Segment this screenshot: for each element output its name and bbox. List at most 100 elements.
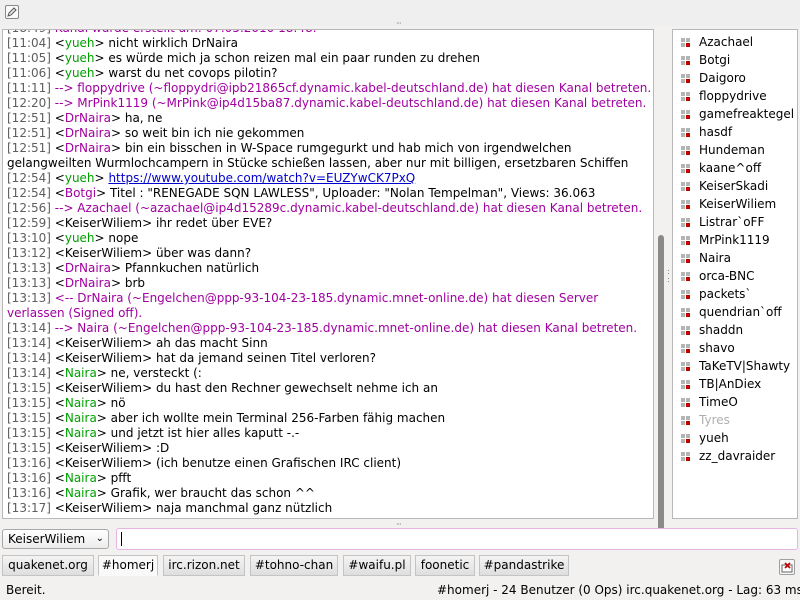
nick[interactable]: Naira — [65, 471, 97, 485]
user-list-item[interactable]: quendrian`off — [679, 303, 797, 321]
user-list-item[interactable]: hasdf — [679, 123, 797, 141]
nick-bracket: <KeiserWiliem> — [54, 456, 153, 470]
user-status-icon — [681, 362, 690, 371]
chat-message: [13:15] <KeiserWiliem> :D — [7, 441, 647, 456]
nick-bracket: < — [54, 276, 65, 290]
chat-message: [12:54] <Botgi> Titel : "RENEGADE SQN LA… — [7, 186, 647, 201]
user-list-item[interactable]: yueh — [679, 429, 797, 447]
tab-foonetic[interactable]: foonetic — [415, 555, 475, 576]
user-list-item[interactable]: floppydrive — [679, 87, 797, 105]
nick[interactable]: DrNaira — [65, 111, 111, 125]
user-list-item[interactable]: TB|AnDiex — [679, 375, 797, 393]
user-name: Naira — [699, 251, 731, 265]
close-tab-button[interactable] — [779, 559, 795, 575]
user-list-item[interactable]: TimeO — [679, 393, 797, 411]
chat-message: [12:51] <DrNaira> bin ein bisschen in W-… — [7, 141, 647, 171]
chat-message: [13:15] <Naira> aber ich wollte mein Ter… — [7, 411, 647, 426]
user-list-item[interactable]: Tyres — [679, 411, 797, 429]
nick-bracket: < — [54, 126, 65, 140]
message-text: nope — [104, 231, 139, 245]
nick-bracket: > — [94, 36, 105, 50]
nick[interactable]: yueh — [65, 231, 95, 245]
chat-message: [12:51] <DrNaira> so weit bin ich nie ge… — [7, 126, 647, 141]
nick[interactable]: yueh — [65, 51, 95, 65]
user-list-item[interactable]: gamefreaktegel — [679, 105, 797, 123]
timestamp: [13:14] — [7, 351, 51, 365]
user-name: TaKeTV|Shawty — [699, 359, 791, 373]
nick[interactable]: Naira — [65, 426, 97, 440]
user-list-item[interactable]: Daigoro — [679, 69, 797, 87]
nick[interactable]: DrNaira — [65, 276, 111, 290]
user-list-item[interactable]: orca-BNC — [679, 267, 797, 285]
user-list-item[interactable]: TaKeTV|Shawty — [679, 357, 797, 375]
message-text: ihr redet über EVE? — [152, 216, 273, 230]
message-text: Titel : "RENEGADE SQN LAWLESS", Uploader… — [106, 186, 596, 200]
timestamp: [13:14] — [7, 321, 51, 335]
user-list-item[interactable]: Naira — [679, 249, 797, 267]
event-text: --> MrPink1119 (~MrPink@ip4d15ba87.dynam… — [54, 96, 647, 110]
nick[interactable]: DrNaira — [65, 126, 111, 140]
user-list-item[interactable]: shaddn — [679, 321, 797, 339]
chat-scrollbar[interactable] — [656, 29, 666, 545]
user-status-icon — [681, 308, 690, 317]
message-text: brb — [121, 276, 146, 290]
nick[interactable]: yueh — [65, 66, 95, 80]
scrollbar-thumb[interactable] — [658, 235, 664, 545]
user-list-item[interactable]: MrPink1119 — [679, 231, 797, 249]
nick-bracket: < — [54, 111, 65, 125]
user-list-item[interactable]: packets` — [679, 285, 797, 303]
message-link[interactable]: https://www.youtube.com/watch?v=EUZYwCK7… — [108, 171, 415, 185]
nick[interactable]: Naira — [65, 486, 97, 500]
nick[interactable]: Naira — [65, 396, 97, 410]
timestamp: [12:51] — [7, 126, 51, 140]
tab-pandastrike[interactable]: #pandastrike — [479, 555, 569, 576]
splitter-handle-top[interactable]: ··· — [396, 20, 402, 28]
nick[interactable]: Naira — [65, 411, 97, 425]
nick[interactable]: DrNaira — [65, 261, 111, 275]
user-list-item[interactable]: shavo — [679, 339, 797, 357]
close-tab-icon — [781, 562, 793, 573]
nick[interactable]: DrNaira — [65, 141, 111, 155]
nick-selector[interactable]: KeiserWiliem ⌄ — [2, 529, 109, 549]
tab-homerj[interactable]: #homerj — [98, 555, 158, 576]
nick[interactable]: Naira — [65, 366, 97, 380]
message-input[interactable] — [116, 528, 798, 550]
user-list-item[interactable]: KeiserWiliem — [679, 195, 797, 213]
tab-irc-rizon-net[interactable]: irc.rizon.net — [163, 555, 245, 576]
message-text: Grafik, wer braucht das schon ^^ — [106, 486, 315, 500]
timestamp: [13:15] — [7, 411, 51, 425]
user-list-item[interactable]: Botgi — [679, 51, 797, 69]
timestamp: [11:11] — [7, 81, 51, 95]
nick-bracket: > — [110, 141, 122, 155]
splitter-handle-side[interactable]: :: — [667, 268, 671, 284]
user-list-item[interactable]: zz_davraider — [679, 447, 797, 465]
edit-icon[interactable] — [5, 5, 19, 19]
user-name: TB|AnDiex — [699, 377, 762, 391]
tab-tohno-chan[interactable]: #tohno-chan — [250, 555, 338, 576]
user-list-panel[interactable]: Azachael Botgi Daigoro floppydrive gamefreak… — [672, 29, 798, 519]
user-name: hasdf — [699, 125, 733, 139]
tab-quakenet-org[interactable]: quakenet.org — [2, 555, 94, 576]
user-list-item[interactable]: kaane^off — [679, 159, 797, 177]
timestamp: [13:16] — [7, 486, 51, 500]
nick-bracket: > — [94, 231, 105, 245]
nick[interactable]: Botgi — [65, 186, 96, 200]
nick-bracket: > — [110, 276, 122, 290]
chat-view[interactable]: [18:49] Kanal wurde erstellt am: 07.05.2… — [2, 29, 654, 519]
user-list-item[interactable]: Azachael — [679, 33, 797, 51]
user-status-icon — [681, 254, 690, 263]
nick-bracket: <KeiserWiliem> — [54, 246, 153, 260]
user-name: Tyres — [699, 413, 730, 427]
nick-bracket: < — [54, 411, 65, 425]
user-name: floppydrive — [699, 89, 767, 103]
user-list-item[interactable]: KeiserSkadi — [679, 177, 797, 195]
user-status-icon — [681, 38, 690, 47]
nick[interactable]: yueh — [65, 36, 95, 50]
user-list-item[interactable]: Hundeman — [679, 141, 797, 159]
user-name: zz_davraider — [699, 449, 776, 463]
nick-bracket: > — [94, 66, 105, 80]
nick[interactable]: yueh — [65, 171, 95, 185]
user-list-item[interactable]: Listrar`oFF — [679, 213, 797, 231]
tab-waifu-pl[interactable]: #waifu.pl — [343, 555, 411, 576]
chat-message: [13:14] <Naira> ne, versteckt (: — [7, 366, 647, 381]
